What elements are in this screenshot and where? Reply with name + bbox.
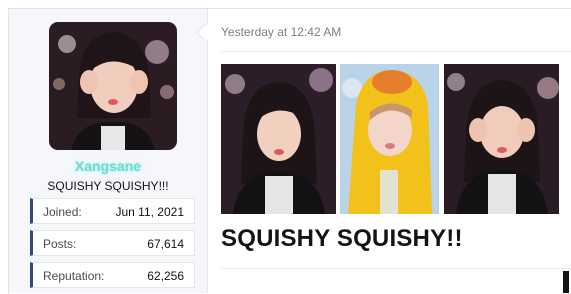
stat-value: Jun 11, 2021 [115,205,184,219]
user-title: SQUISHY SQUISHY!!! [47,179,169,193]
scrollbar-handle[interactable] [563,271,569,293]
stat-label: Reputation: [43,269,105,283]
post-body-text: SQUISHY SQUISHY!! [221,225,463,252]
post-image-1[interactable] [221,64,336,214]
stat-label: Joined: [43,205,82,219]
post-image-3[interactable] [444,64,559,214]
username-link[interactable]: Xangsane [9,158,207,174]
post-timestamp[interactable]: Yesterday at 12:42 AM [221,25,341,39]
post-image-2[interactable] [340,64,439,214]
header-divider [221,51,571,52]
stat-label: Posts: [43,237,77,251]
user-stat-joined: Joined: Jun 11, 2021 [30,198,195,224]
stat-value[interactable]: 67,614 [147,237,184,251]
user-avatar[interactable] [49,22,177,150]
user-stat-reputation: Reputation: 62,256 [30,262,195,288]
stat-value: 62,256 [147,269,184,283]
footer-divider [221,268,571,269]
user-stat-posts: Posts: 67,614 [30,230,195,256]
